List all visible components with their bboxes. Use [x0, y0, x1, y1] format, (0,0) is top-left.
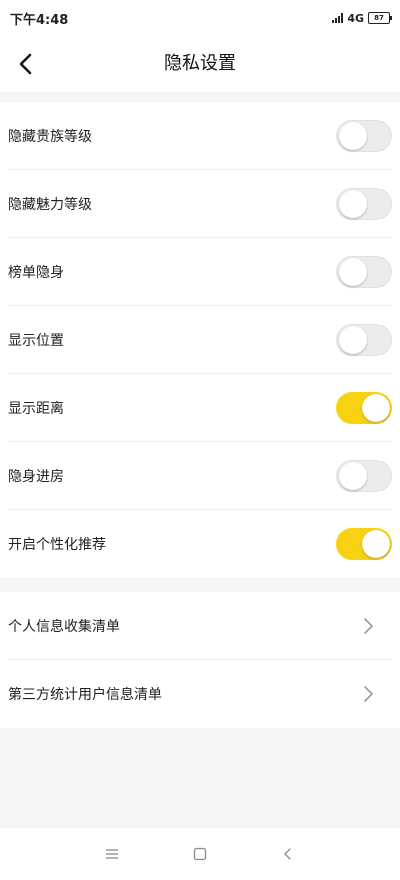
third-party-stats-info-list-link[interactable]: 第三方统计用户信息清单 [0, 660, 400, 728]
toggle-row-show-distance: 显示距离 [0, 374, 400, 442]
switch-knob [339, 122, 367, 150]
privacy-toggle-list: 隐藏贵族等级 隐藏魅力等级 榜单隐身 显示位置 显示距离 隐身进房 开启个性化推… [0, 102, 400, 578]
info-list-links: 个人信息收集清单 第三方统计用户信息清单 [0, 592, 400, 728]
show-distance-switch[interactable] [336, 392, 392, 424]
setting-label: 隐藏魅力等级 [8, 197, 92, 213]
leaderboard-invisible-switch[interactable] [336, 256, 392, 288]
switch-knob [362, 530, 390, 558]
toggle-row-leaderboard-invisible: 榜单隐身 [0, 238, 400, 306]
setting-label: 隐身进房 [8, 469, 64, 485]
personal-info-collection-list-link[interactable]: 个人信息收集清单 [0, 592, 400, 660]
status-time: 下午4:48 [10, 12, 69, 28]
switch-knob [362, 394, 390, 422]
toggle-row-invisible-enter-room: 隐身进房 [0, 442, 400, 510]
system-back-icon [284, 848, 291, 860]
setting-label: 隐藏贵族等级 [8, 129, 92, 145]
status-bar: 下午4:48 4G 87 [0, 0, 400, 36]
setting-label: 榜单隐身 [8, 265, 64, 281]
system-menu-button[interactable] [100, 842, 124, 866]
network-type: 4G [347, 11, 364, 25]
toggle-row-personalized-recommendation: 开启个性化推荐 [0, 510, 400, 578]
personalized-recommendation-switch[interactable] [336, 528, 392, 560]
chevron-right-icon [356, 682, 380, 706]
hide-noble-level-switch[interactable] [336, 120, 392, 152]
menu-icon [106, 849, 118, 859]
system-home-button[interactable] [188, 842, 212, 866]
switch-knob [339, 258, 367, 286]
page-title: 隐私设置 [164, 53, 236, 74]
system-nav-bar [0, 828, 400, 880]
battery-icon: 87 [368, 12, 392, 24]
hide-charm-level-switch[interactable] [336, 188, 392, 220]
toggle-row-show-location: 显示位置 [0, 306, 400, 374]
switch-knob [339, 190, 367, 218]
status-indicators: 4G 87 [332, 11, 392, 25]
link-label: 第三方统计用户信息清单 [8, 687, 162, 703]
system-back-button[interactable] [276, 842, 300, 866]
link-label: 个人信息收集清单 [8, 619, 120, 635]
setting-label: 显示位置 [8, 333, 64, 349]
toggle-row-hide-noble-level: 隐藏贵族等级 [0, 102, 400, 170]
nav-bar: 隐私设置 [0, 36, 400, 92]
switch-knob [339, 462, 367, 490]
switch-knob [339, 326, 367, 354]
battery-level: 87 [374, 14, 384, 22]
setting-label: 显示距离 [8, 401, 64, 417]
show-location-switch[interactable] [336, 324, 392, 356]
signal-icon [332, 13, 344, 23]
setting-label: 开启个性化推荐 [8, 537, 106, 553]
chevron-right-icon [356, 614, 380, 638]
toggle-row-hide-charm-level: 隐藏魅力等级 [0, 170, 400, 238]
invisible-enter-room-switch[interactable] [336, 460, 392, 492]
home-icon [193, 847, 207, 861]
